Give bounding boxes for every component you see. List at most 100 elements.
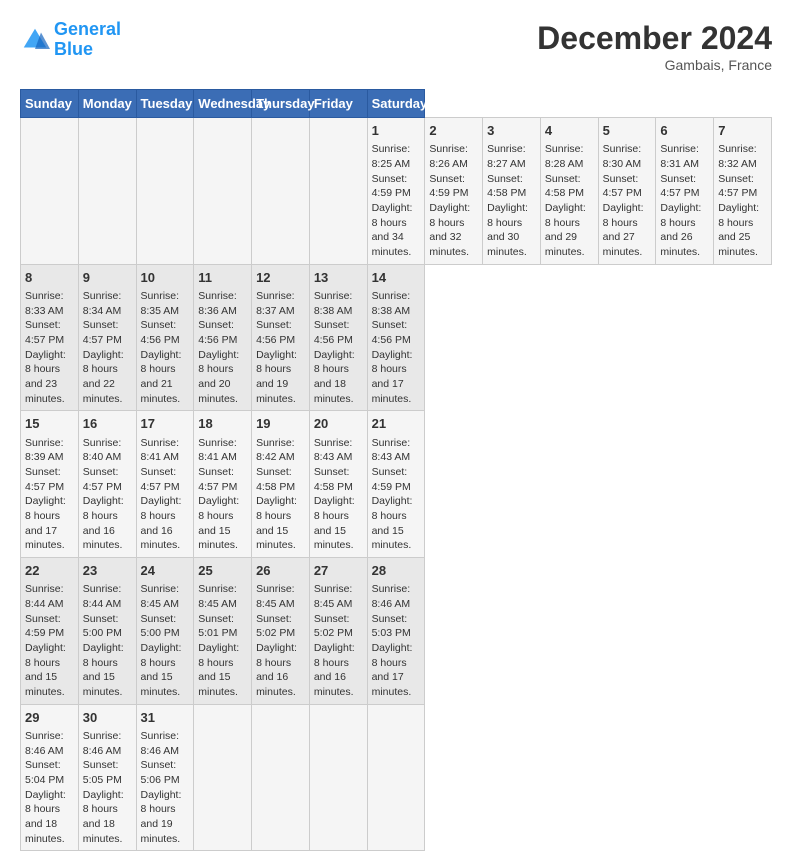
day-number: 29 (25, 709, 74, 727)
daylight-text: Daylight: 8 hours and 15 minutes. (141, 642, 182, 698)
daylight-text: Daylight: 8 hours and 16 minutes. (141, 495, 182, 551)
sunset-text: Sunset: 4:56 PM (141, 319, 180, 346)
calendar-week-1: 1Sunrise: 8:25 AMSunset: 4:59 PMDaylight… (21, 118, 772, 265)
calendar-cell: 31Sunrise: 8:46 AMSunset: 5:06 PMDayligh… (136, 704, 194, 851)
calendar-week-2: 8Sunrise: 8:33 AMSunset: 4:57 PMDaylight… (21, 264, 772, 411)
calendar-cell: 27 Sunrise: 8:45 AM Sunset: 5:02 PMDayligh… (309, 558, 367, 705)
sunrise-text: Sunrise: 8:25 AM (372, 143, 411, 170)
col-friday: Friday (309, 90, 367, 118)
calendar-cell: 12Sunrise: 8:37 AMSunset: 4:56 PMDayligh… (252, 264, 310, 411)
calendar-cell: 22Sunrise: 8:44 AMSunset: 4:59 PMDayligh… (21, 558, 79, 705)
sunrise-text: Sunrise: 8:31 AM (660, 143, 699, 170)
sunset-text: Sunset: 4:56 PM (372, 319, 411, 346)
sunrise-text: Sunrise: 8:38 AM (372, 290, 411, 317)
calendar-cell (194, 704, 252, 851)
calendar-cell: 4Sunrise: 8:28 AMSunset: 4:58 PMDaylight… (540, 118, 598, 265)
day-number: 20 (314, 415, 363, 433)
day-number: 26 (256, 562, 305, 580)
day-number: 25 (198, 562, 247, 580)
day-number: 4 (545, 122, 594, 140)
calendar-cell (136, 118, 194, 265)
sunrise-text: Sunrise: 8:44 AM (83, 583, 122, 610)
sunrise-text: Sunrise: 8:27 AM (487, 143, 526, 170)
sunrise-text: Sunrise: 8:39 AM (25, 437, 64, 464)
calendar-cell: 11Sunrise: 8:36 AMSunset: 4:56 PMDayligh… (194, 264, 252, 411)
col-sunday: Sunday (21, 90, 79, 118)
sunrise-text: Sunrise: 8:45 AM (198, 583, 237, 610)
col-thursday: Thursday (252, 90, 310, 118)
daylight-text: Daylight: 8 hours and 27 minutes. (603, 202, 644, 258)
sunset-text: Sunset: 4:56 PM (256, 319, 295, 346)
daylight-text: Daylight: 8 hours and 17 minutes. (25, 495, 66, 551)
calendar-cell: 5Sunrise: 8:30 AMSunset: 4:57 PMDaylight… (598, 118, 656, 265)
sunset-text: Sunset: 5:01 PM (198, 613, 237, 640)
page-container: General Blue December 2024 Gambais, Fran… (0, 0, 792, 861)
day-number: 28 (372, 562, 421, 580)
daylight-text: Daylight: 8 hours and 16 minutes. (256, 642, 297, 698)
day-number: 30 (83, 709, 132, 727)
day-number: 11 (198, 269, 247, 287)
sunset-text: Sunset: 4:57 PM (83, 466, 122, 493)
day-number: 9 (83, 269, 132, 287)
sunrise-text: Sunrise: 8:32 AM (718, 143, 757, 170)
calendar-cell: 14Sunrise: 8:38 AMSunset: 4:56 PMDayligh… (367, 264, 425, 411)
daylight-text: Daylight: 8 hours and 32 minutes. (429, 202, 470, 258)
logo-general: General (54, 19, 121, 39)
calendar-cell (78, 118, 136, 265)
daylight-text: Daylight: 8 hours and 18 minutes. (25, 789, 66, 845)
sunrise-text: Sunrise: 8:44 AM (25, 583, 64, 610)
sunrise-text: Sunrise: 8:38 AM (314, 290, 353, 317)
daylight-text: Daylight: 8 hours and 16 minutes. (314, 642, 355, 698)
col-wednesday: Wednesday (194, 90, 252, 118)
sunset-text: Sunset: 5:02 PM (256, 613, 295, 640)
sunrise-text: Sunrise: 8:37 AM (256, 290, 295, 317)
daylight-text: Daylight: 8 hours and 15 minutes. (372, 495, 413, 551)
calendar-cell: 1Sunrise: 8:25 AMSunset: 4:59 PMDaylight… (367, 118, 425, 265)
calendar-cell (252, 704, 310, 851)
sunrise-text: Sunrise: 8:34 AM (83, 290, 122, 317)
day-number: 3 (487, 122, 536, 140)
sunrise-text: Sunrise: 8:41 AM (198, 437, 237, 464)
sunset-text: Sunset: 5:05 PM (83, 759, 122, 786)
sunset-text: Sunset: 4:58 PM (256, 466, 295, 493)
daylight-text: Daylight: 8 hours and 16 minutes. (83, 495, 124, 551)
calendar-cell: 18Sunrise: 8:41 AMSunset: 4:57 PMDayligh… (194, 411, 252, 558)
sunset-text: Sunset: 5:02 PM (314, 613, 353, 640)
sunset-text: Sunset: 4:57 PM (83, 319, 122, 346)
day-number: 27 (314, 562, 363, 580)
daylight-text: Daylight: 8 hours and 34 minutes. (372, 202, 413, 258)
sunset-text: Sunset: 4:59 PM (372, 466, 411, 493)
calendar-week-5: 29Sunrise: 8:46 AMSunset: 5:04 PMDayligh… (21, 704, 772, 851)
calendar-body: 1Sunrise: 8:25 AMSunset: 4:59 PMDaylight… (21, 118, 772, 851)
calendar-cell (21, 118, 79, 265)
header-row: Sunday Monday Tuesday Wednesday Thursday… (21, 90, 772, 118)
sunset-text: Sunset: 4:58 PM (314, 466, 353, 493)
sunrise-text: Sunrise: 8:45 AM (314, 583, 353, 610)
calendar-cell: 13Sunrise: 8:38 AMSunset: 4:56 PMDayligh… (309, 264, 367, 411)
logo-blue: Blue (54, 39, 93, 59)
daylight-text: Daylight: 8 hours and 15 minutes. (256, 495, 297, 551)
daylight-text: Daylight: 8 hours and 20 minutes. (198, 349, 239, 405)
daylight-text: Daylight: 8 hours and 30 minutes. (487, 202, 528, 258)
day-number: 22 (25, 562, 74, 580)
page-header: General Blue December 2024 Gambais, Fran… (20, 20, 772, 73)
sunset-text: Sunset: 4:56 PM (314, 319, 353, 346)
sunset-text: Sunset: 4:59 PM (429, 173, 468, 200)
calendar-cell: 8Sunrise: 8:33 AMSunset: 4:57 PMDaylight… (21, 264, 79, 411)
sunrise-text: Sunrise: 8:26 AM (429, 143, 468, 170)
calendar-table: Sunday Monday Tuesday Wednesday Thursday… (20, 89, 772, 851)
sunrise-text: Sunrise: 8:35 AM (141, 290, 180, 317)
sunset-text: Sunset: 4:57 PM (603, 173, 642, 200)
sunset-text: Sunset: 4:57 PM (198, 466, 237, 493)
calendar-cell: 9Sunrise: 8:34 AMSunset: 4:57 PMDaylight… (78, 264, 136, 411)
day-number: 24 (141, 562, 190, 580)
calendar-cell: 28Sunrise: 8:46 AMSunset: 5:03 PMDayligh… (367, 558, 425, 705)
day-number: 19 (256, 415, 305, 433)
sunset-text: Sunset: 5:00 PM (83, 613, 122, 640)
daylight-text: Daylight: 8 hours and 15 minutes. (25, 642, 66, 698)
calendar-cell: 30Sunrise: 8:46 AMSunset: 5:05 PMDayligh… (78, 704, 136, 851)
daylight-text: Daylight: 8 hours and 18 minutes. (314, 349, 355, 405)
daylight-text: Daylight: 8 hours and 15 minutes. (314, 495, 355, 551)
sunrise-text: Sunrise: 8:40 AM (83, 437, 122, 464)
calendar-cell: 2Sunrise: 8:26 AMSunset: 4:59 PMDaylight… (425, 118, 483, 265)
